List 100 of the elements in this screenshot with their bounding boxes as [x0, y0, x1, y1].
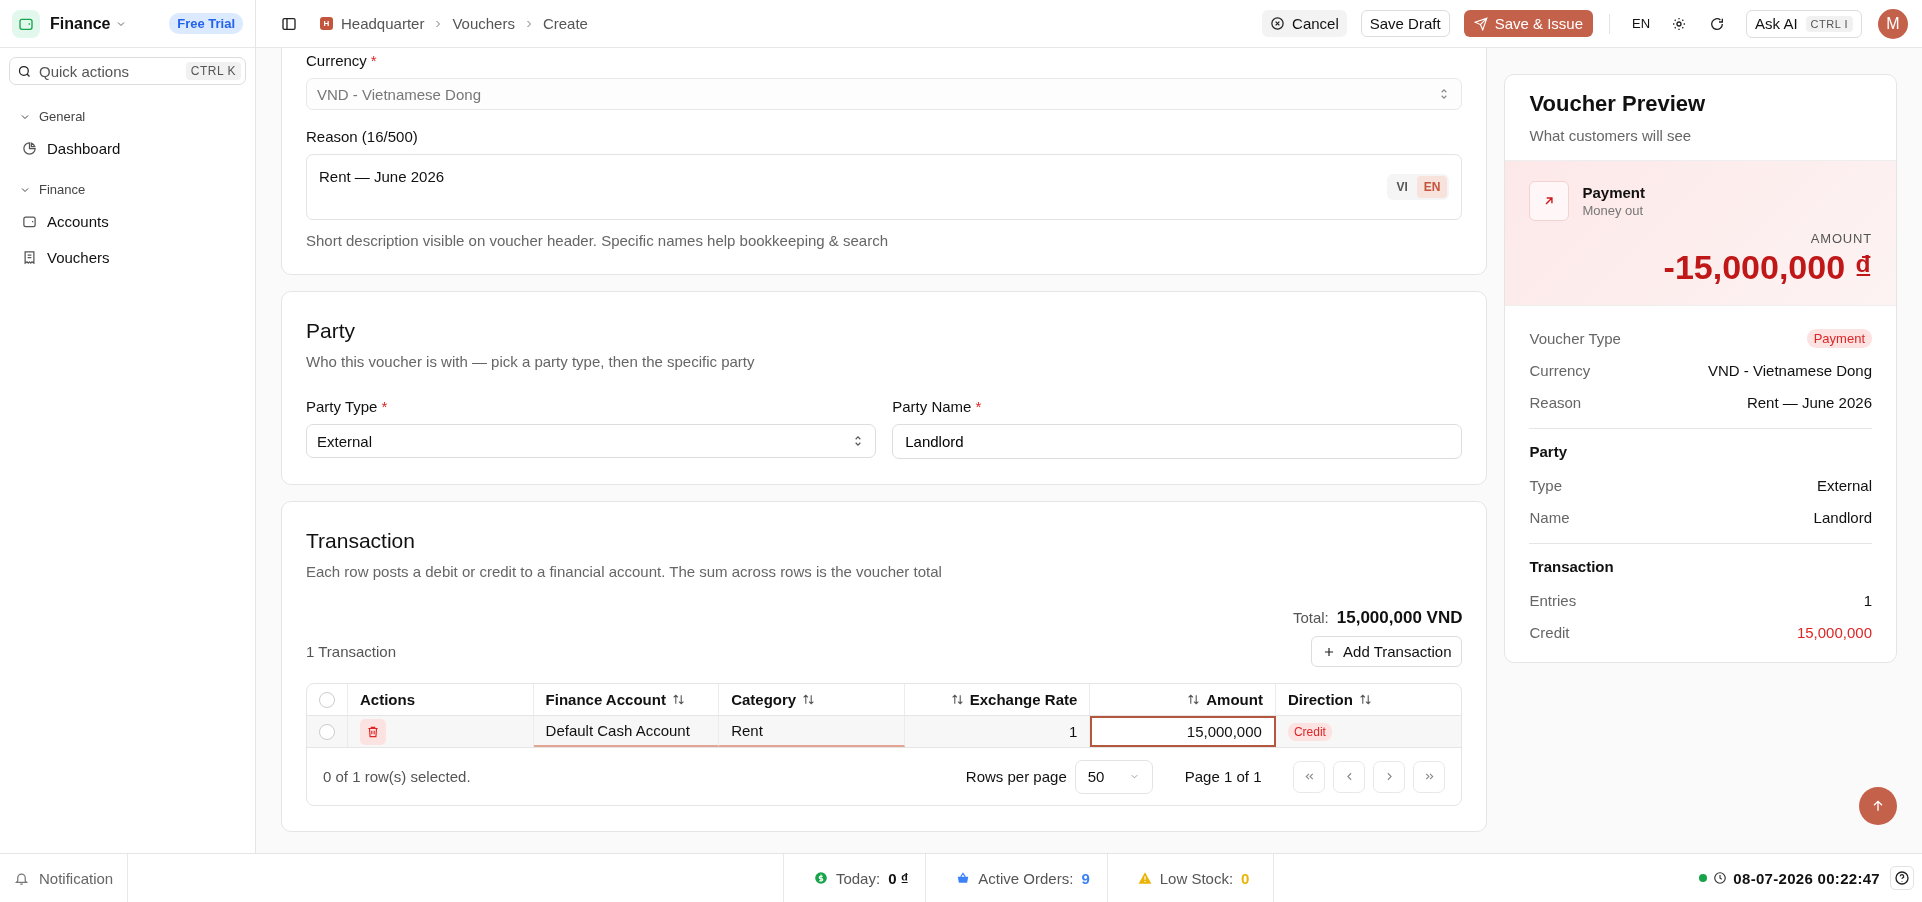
detail-section-title: Transaction: [1529, 558, 1615, 577]
party-name-field[interactable]: Landlord: [892, 424, 1463, 459]
voucher-type-note: Money out: [1582, 203, 1645, 218]
pie-chart-icon: [22, 141, 37, 156]
party-type-select[interactable]: External: [306, 424, 877, 458]
nav-group[interactable]: General: [0, 99, 255, 132]
receipt-icon: [22, 250, 37, 265]
row-checkbox[interactable]: [319, 723, 335, 740]
column-header[interactable]: Actions: [360, 691, 415, 708]
detail-value: Rent — June 2026: [1746, 393, 1872, 411]
delete-button[interactable]: [360, 718, 386, 745]
sort-icon: [671, 693, 685, 706]
stat-value: 0 ₫: [888, 869, 909, 887]
detail-label: Type: [1529, 476, 1562, 494]
direction-badge: Credit: [1287, 722, 1332, 741]
arrow-up-right-icon: [1529, 181, 1570, 221]
detail-label: Name: [1529, 508, 1570, 526]
field-label: Reason (16/500): [306, 128, 418, 145]
amount-field[interactable]: 15,000,000: [1090, 716, 1276, 747]
avatar[interactable]: M: [1878, 8, 1908, 39]
section-subtitle: Who this voucher is with — pick a party type, then the specific party: [306, 353, 756, 370]
column-header[interactable]: Direction: [1287, 691, 1372, 708]
breadcrumb-link[interactable]: Create: [542, 15, 588, 32]
detail-value: Payment: [1806, 328, 1872, 348]
sidebar-item[interactable]: Vouchers: [8, 241, 247, 274]
trial-badge: Free Trial: [169, 13, 243, 34]
help-icon: [1894, 870, 1910, 886]
total-label: Total:: [1292, 609, 1329, 626]
field-label: Party Type: [306, 398, 378, 415]
double-chevron-left-icon: [1303, 770, 1316, 783]
save-draft-button[interactable]: Save Draft: [1360, 10, 1450, 37]
column-header[interactable]: Exchange Rate: [950, 691, 1078, 708]
stat-value: 9: [1081, 869, 1090, 887]
select-all-checkbox[interactable]: [319, 691, 335, 708]
stat-label: Active Orders:: [978, 869, 1074, 887]
section-subtitle: Each row posts a debit or credit to a financial account. The sum across rows is the voucher total: [306, 563, 943, 580]
rows-per-page-select[interactable]: 50: [1074, 759, 1153, 794]
field-label: Party Name: [892, 398, 972, 415]
total-value: 15,000,000 VND: [1336, 608, 1463, 628]
ask-ai-button[interactable]: Ask AI CTRL I: [1746, 9, 1862, 38]
notification-button[interactable]: Notification: [0, 854, 128, 902]
detail-value: Landlord: [1813, 508, 1872, 526]
sun-icon: [1671, 15, 1688, 32]
sidebar-item[interactable]: Dashboard: [8, 132, 247, 165]
add-transaction-button[interactable]: Add Transaction: [1311, 636, 1463, 667]
rows-per-page-label: Rows per page: [965, 768, 1067, 785]
save-issue-button[interactable]: Save & Issue: [1463, 10, 1594, 37]
detail-section-title: Party: [1529, 443, 1568, 462]
detail-label: Credit: [1529, 623, 1570, 641]
detail-value: 15,000,000: [1796, 623, 1872, 641]
nav-group[interactable]: Finance: [0, 172, 255, 205]
wallet-icon: [22, 214, 37, 229]
required-mark: *: [975, 398, 982, 415]
refresh-icon: [1709, 15, 1726, 32]
bell-icon: [14, 870, 29, 886]
detail-value: VND - Vietnamese Dong: [1708, 361, 1872, 379]
preview-title: Voucher Preview: [1529, 91, 1707, 117]
amount-value: -15,000,000 ₫: [1663, 248, 1872, 287]
stat-label: Today:: [835, 869, 881, 887]
stat-label: Low Stock:: [1159, 869, 1234, 887]
required-mark: *: [370, 52, 377, 69]
panel-icon: [281, 15, 297, 32]
detail-label: Voucher Type: [1529, 329, 1621, 347]
help-button[interactable]: [1890, 866, 1914, 890]
close-icon: [1270, 16, 1286, 31]
clock-time: 08-07-2026 00:22:47: [1733, 869, 1880, 887]
detail-label: Currency: [1529, 361, 1591, 379]
page-info: Page 1 of 1: [1184, 768, 1262, 785]
breadcrumb-link[interactable]: Vouchers: [452, 15, 515, 32]
voucher-type: Payment: [1582, 184, 1645, 201]
reason-field[interactable]: Rent — June 2026 VI EN: [306, 154, 1463, 220]
detail-label: Reason: [1529, 393, 1582, 411]
sort-icon: [1187, 693, 1201, 706]
table-cell[interactable]: Default Cash Account: [533, 716, 720, 747]
language-tab[interactable]: EN: [1416, 176, 1448, 198]
column-header[interactable]: Amount: [1187, 691, 1263, 708]
detail-value: External: [1816, 476, 1872, 494]
workspace-switcher[interactable]: Finance: [50, 14, 128, 33]
detail-value: 1: [1863, 591, 1872, 609]
search-icon: [17, 64, 32, 79]
trash-icon: [366, 724, 380, 739]
transaction-count: 1 Transaction: [306, 643, 397, 660]
column-header[interactable]: Category: [731, 691, 816, 708]
cancel-button[interactable]: Cancel: [1262, 10, 1347, 37]
reason-text: Rent — June 2026: [319, 168, 445, 187]
detail-label: Entries: [1529, 591, 1577, 609]
scroll-top-button[interactable]: [1859, 787, 1897, 825]
clock-icon: [1713, 871, 1728, 885]
org-badge: H: [320, 17, 333, 30]
table-cell[interactable]: Rent: [719, 716, 905, 747]
field-hint: Short description visible on voucher header. Specific names help bookkeeping & search: [306, 232, 889, 249]
breadcrumb-link[interactable]: Headquarter: [341, 15, 425, 32]
required-mark: *: [381, 398, 388, 415]
sidebar-item[interactable]: Accounts: [8, 205, 247, 238]
column-header[interactable]: Finance Account: [545, 691, 685, 708]
stat-value: 0: [1241, 869, 1250, 887]
double-chevron-right-icon: [1423, 770, 1436, 783]
language-tab[interactable]: VI: [1389, 176, 1415, 198]
language-button[interactable]: EN: [1626, 16, 1657, 31]
sort-icon: [1358, 693, 1372, 706]
